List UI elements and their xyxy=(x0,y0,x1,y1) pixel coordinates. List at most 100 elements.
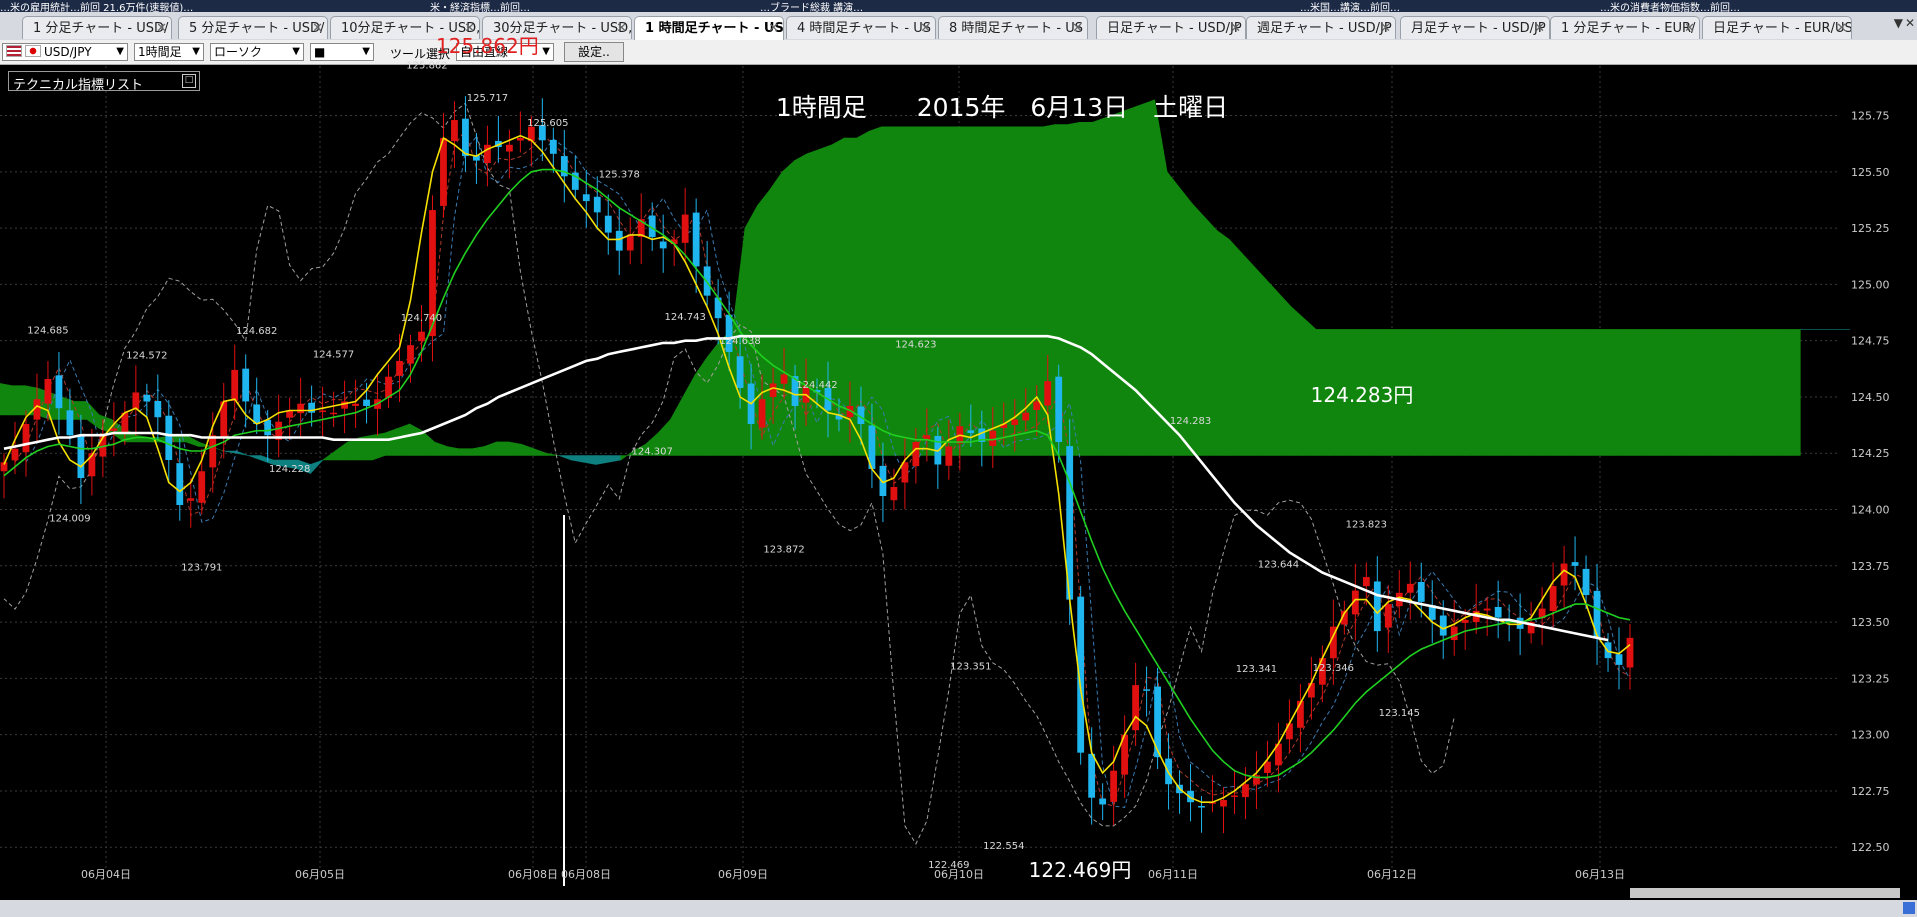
chikou-span-line xyxy=(3,102,1455,845)
cloud-segment xyxy=(483,441,497,456)
candle-body xyxy=(1099,798,1107,805)
cloud-segment xyxy=(1713,329,1727,456)
cloud-segment xyxy=(1278,292,1292,456)
candle-body xyxy=(1571,562,1579,566)
candle-body xyxy=(1560,563,1568,586)
price-label: 124.740 xyxy=(401,313,442,324)
cloud-segment xyxy=(769,170,783,456)
cloud-segment xyxy=(707,339,721,456)
cloud-segment xyxy=(310,459,324,475)
cloud-segment xyxy=(1514,329,1528,456)
cloud-segment xyxy=(1042,124,1056,456)
y-tick-label: 125.00 xyxy=(1851,278,1890,291)
cloud-segment xyxy=(421,430,435,456)
x-tick-label: 06月11日 xyxy=(1148,868,1198,881)
scrollbar-thumb[interactable] xyxy=(1630,888,1900,898)
price-chart[interactable]: 125.75 125.50 125.25 125.00 124.75 124.50 124.… xyxy=(0,0,1917,917)
cloud-segment xyxy=(384,428,398,456)
cloud-segment xyxy=(1737,329,1751,456)
price-label: 123.346 xyxy=(1313,663,1354,674)
candle-body xyxy=(1022,412,1030,421)
cloud-segment xyxy=(558,455,572,461)
cloud-segment xyxy=(980,126,994,456)
y-tick-label: 125.50 xyxy=(1851,166,1890,179)
candle-body xyxy=(1626,637,1634,668)
candle-body xyxy=(692,212,700,267)
candle-body xyxy=(88,453,96,477)
candle-body xyxy=(396,360,403,376)
price-label: 124.743 xyxy=(664,312,705,323)
x-tick-label: 06月08日 xyxy=(508,868,558,881)
candle-body xyxy=(77,435,85,479)
cloud-segment xyxy=(260,455,274,465)
collapse-icon[interactable]: □ xyxy=(182,74,196,88)
y-tick-label: 123.50 xyxy=(1851,616,1890,629)
x-axis: 06月04日 06月05日 06月08日 06月08日 06月09日 06月10日 06月1… xyxy=(81,868,1625,881)
candle-body xyxy=(330,412,338,415)
candle-body xyxy=(451,120,458,142)
candle-body xyxy=(615,230,623,251)
candle-body xyxy=(440,138,447,206)
candle-body xyxy=(242,368,250,402)
cloud-segment xyxy=(1104,112,1118,456)
cloud-segment xyxy=(781,159,795,456)
cloud-segment xyxy=(198,441,212,447)
price-label: 124.283 xyxy=(1170,416,1211,427)
candle-body xyxy=(769,383,777,398)
cloud-segment xyxy=(1613,329,1627,456)
candle-body xyxy=(165,415,173,460)
candle-body xyxy=(681,214,689,243)
price-label: 124.228 xyxy=(269,464,310,475)
cloud-segment xyxy=(1700,329,1714,456)
candle-body xyxy=(1582,568,1590,596)
cloud-segment xyxy=(1253,265,1267,456)
price-label: 125.378 xyxy=(599,169,640,180)
y-tick-label: 123.00 xyxy=(1851,729,1890,742)
candle-body xyxy=(593,196,601,213)
cloud-segment xyxy=(595,455,609,465)
candle-body xyxy=(231,369,239,401)
cloud-segment xyxy=(12,385,26,416)
cloud-segment xyxy=(409,423,423,456)
candle-body xyxy=(154,401,162,418)
candle-body xyxy=(1483,608,1491,611)
cloud-segment xyxy=(881,126,895,456)
candle-body xyxy=(1296,700,1304,728)
candle-body xyxy=(736,356,744,388)
cloud-segment xyxy=(1415,329,1429,456)
candle-body xyxy=(1286,723,1293,740)
candle-body xyxy=(626,234,634,251)
y-tick-label: 124.75 xyxy=(1851,335,1890,348)
annotation-high-price: 125.862円 xyxy=(436,34,539,58)
cloud-segment xyxy=(446,446,460,456)
cloud-segment xyxy=(1117,108,1131,456)
candle-body xyxy=(912,441,920,467)
candle-body xyxy=(1242,784,1249,798)
candle-body xyxy=(198,471,206,503)
y-axis: 125.75 125.50 125.25 125.00 124.75 124.50 124.… xyxy=(1851,110,1890,855)
price-label: 123.823 xyxy=(1346,519,1387,530)
candle-body xyxy=(110,428,118,431)
cloud-segment xyxy=(1502,329,1516,456)
cloud-segment xyxy=(1626,329,1640,456)
candle-body xyxy=(1549,586,1557,612)
candle-body xyxy=(187,498,195,501)
cloud-segment xyxy=(794,153,808,456)
candle-body xyxy=(1615,654,1623,665)
candle-body xyxy=(132,392,140,409)
candle-body xyxy=(1373,581,1381,632)
cloud-segment xyxy=(471,446,485,456)
candle-body xyxy=(945,446,953,466)
y-tick-label: 124.25 xyxy=(1851,447,1890,460)
cloud-segment xyxy=(1290,306,1304,456)
y-tick-label: 124.50 xyxy=(1851,391,1890,404)
indicator-list-panel[interactable]: テクニカル指標リスト □ xyxy=(8,71,200,93)
y-tick-label: 124.00 xyxy=(1851,504,1890,517)
price-label: 122.554 xyxy=(983,841,1024,852)
candle-body xyxy=(363,399,370,406)
candle-body xyxy=(1439,615,1447,636)
x-tick-label: 06月05日 xyxy=(295,868,345,881)
y-tick-label: 125.75 xyxy=(1851,110,1890,123)
candle-body xyxy=(1033,401,1041,410)
price-label: 124.685 xyxy=(27,325,68,336)
